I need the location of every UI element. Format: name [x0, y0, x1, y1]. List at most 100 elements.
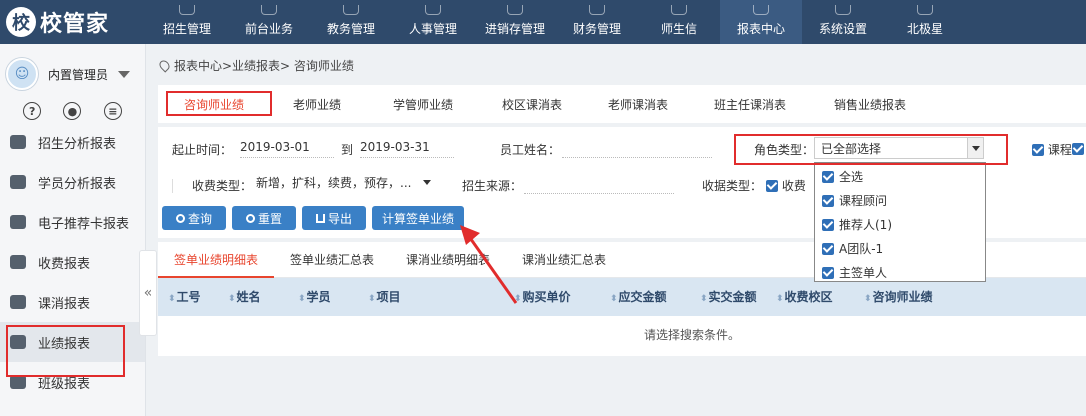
role-option-consultant[interactable]: 课程顾问 — [815, 189, 985, 213]
fee-type-select[interactable]: 新增，扩科，续费，预存，... — [256, 174, 436, 194]
sidebar-item-lesson-report[interactable]: 课消报表 — [0, 282, 145, 322]
tab-teacher-performance[interactable]: 老师业绩 — [270, 96, 364, 113]
sidebar-item-enrollment-report[interactable]: 招生分析报表 — [0, 122, 145, 162]
receipt-fee-checkbox[interactable]: 收费 — [766, 177, 806, 194]
column-header[interactable]: ⬍实交金额 — [700, 278, 757, 316]
user-icons: ? ● ≡ — [6, 102, 139, 120]
sidebar-collapse-button[interactable]: « — [139, 250, 157, 336]
user-box: ☺ 内置管理员 ? ● ≡ — [0, 44, 145, 122]
staff-name-input[interactable] — [562, 138, 712, 158]
checkbox-checked-icon[interactable] — [822, 243, 834, 255]
receipt-type-label: 收据类型： — [702, 179, 763, 193]
nav-icon — [425, 5, 441, 15]
role-option-main-signer[interactable]: 主签单人 — [815, 261, 985, 285]
gear-icon — [835, 5, 851, 15]
source-label: 招生来源： — [462, 179, 523, 193]
sidebar-item-student-report[interactable]: 学员分析报表 — [0, 162, 145, 202]
class-icon — [10, 375, 26, 389]
column-header[interactable]: ⬍项目 — [368, 278, 401, 316]
column-header[interactable]: ⬍姓名 — [228, 278, 261, 316]
checkbox-checked-icon[interactable] — [1032, 144, 1044, 156]
annotation-arrow — [460, 225, 518, 304]
chevron-down-icon — [423, 180, 432, 185]
tab-signing-summary[interactable]: 签单业绩汇总表 — [274, 242, 390, 278]
nav-item-inventory[interactable]: 进销存管理 — [474, 0, 556, 44]
column-header[interactable]: ⬍购买单价 — [514, 278, 571, 316]
checkbox-checked-icon[interactable] — [822, 267, 834, 279]
breadcrumb-text: 报表中心>业绩报表> 咨询师业绩 — [174, 59, 354, 73]
sidebar-item-fee-report[interactable]: 收费报表 — [0, 242, 145, 282]
nav-item-hr[interactable]: 人事管理 — [392, 0, 474, 44]
sort-icon: ⬍ — [368, 294, 376, 304]
column-header[interactable]: ⬍学员 — [298, 278, 331, 316]
nav-icon — [507, 5, 523, 15]
logo[interactable]: 校 校管家 — [0, 0, 146, 44]
message-icon[interactable]: ≡ — [103, 102, 122, 120]
calc-signing-performance-button[interactable]: 计算签单业绩 — [372, 206, 464, 230]
user-menu[interactable]: ☺ 内置管理员 — [6, 58, 139, 90]
tab-consumption-summary[interactable]: 课消业绩汇总表 — [506, 242, 622, 278]
sidebar-item-referral-report[interactable]: 电子推荐卡报表 — [0, 202, 145, 242]
checkbox-checked-icon[interactable] — [822, 195, 834, 207]
role-option-all[interactable]: 全选 — [815, 165, 985, 189]
start-date-input[interactable]: 2019-03-01 — [240, 138, 334, 158]
tab-signing-detail[interactable]: 签单业绩明细表 — [158, 242, 275, 278]
export-icon — [315, 213, 325, 223]
nav-item-academic[interactable]: 教务管理 — [310, 0, 392, 44]
sidebar-item-class-report[interactable]: 班级报表 — [0, 362, 145, 402]
top-nav: 校 校管家 招生管理 前台业务 教务管理 人事管理 进销存管理 财务管理 师生信… — [0, 0, 1086, 44]
nav-item-enrollment[interactable]: 招生管理 — [146, 0, 228, 44]
sidebar-item-performance-report[interactable]: 业绩报表 — [0, 322, 145, 362]
user-name: 内置管理员 — [48, 67, 109, 82]
query-button[interactable]: 查询 — [162, 206, 226, 230]
nav-item-finance[interactable]: 财务管理 — [556, 0, 638, 44]
sort-icon: ⬍ — [228, 294, 236, 304]
role-option-referrer[interactable]: 推荐人(1) — [815, 213, 985, 237]
checkbox-checked-icon[interactable] — [822, 171, 834, 183]
course-checkbox[interactable]: 课程 — [1032, 141, 1072, 158]
help-icon[interactable]: ? — [23, 102, 42, 120]
nav-item-front-desk[interactable]: 前台业务 — [228, 0, 310, 44]
source-input[interactable] — [524, 174, 674, 194]
fee-type-label: 收费类型： — [192, 179, 253, 193]
star-icon — [917, 5, 933, 15]
checkbox-checked-icon[interactable] — [766, 180, 778, 192]
role-type-dropdown: 全选 课程顾问 推荐人(1) A团队-1 主签单人 — [814, 162, 986, 282]
card-icon — [10, 215, 26, 229]
bell-icon[interactable]: ● — [63, 102, 82, 120]
role-option-team-a[interactable]: A团队-1 — [815, 237, 985, 261]
avatar: ☺ — [6, 58, 38, 90]
staff-name-label: 员工姓名： — [500, 143, 561, 157]
book-icon — [10, 295, 26, 309]
reset-button[interactable]: 重置 — [232, 206, 296, 230]
export-button[interactable]: 导出 — [302, 206, 366, 230]
report-tabs: 咨询师业绩 老师业绩 学管师业绩 校区课消表 老师课消表 班主任课消表 销售业绩… — [158, 85, 1086, 123]
nav-item-reports[interactable]: 报表中心 — [720, 0, 802, 44]
percent-icon — [10, 175, 26, 189]
extra-checkbox[interactable] — [1072, 143, 1084, 155]
nav-item-settings[interactable]: 系统设置 — [802, 0, 884, 44]
tab-sales-performance[interactable]: 销售业绩报表 — [806, 96, 934, 113]
refresh-icon — [245, 213, 255, 223]
tab-headteacher-consumption[interactable]: 班主任课消表 — [694, 96, 806, 113]
tab-consultant-performance[interactable]: 咨询师业绩 — [158, 96, 270, 113]
nav-item-polaris[interactable]: 北极星 — [884, 0, 966, 44]
tab-teacher-consumption[interactable]: 老师课消表 — [582, 96, 694, 113]
end-date-input[interactable]: 2019-03-31 — [360, 138, 454, 158]
nav-icon — [179, 5, 195, 15]
sort-icon: ⬍ — [700, 294, 708, 304]
column-header[interactable]: ⬍工号 — [168, 278, 201, 316]
column-header[interactable]: ⬍应交金额 — [610, 278, 667, 316]
dropdown-arrow-icon[interactable] — [967, 138, 983, 158]
date-range-label: 起止时间： — [172, 143, 233, 157]
nav-icon — [589, 5, 605, 15]
nav-item-messages[interactable]: 师生信 — [638, 0, 720, 44]
nav-icon — [671, 5, 687, 15]
tab-campus-consumption[interactable]: 校区课消表 — [482, 96, 582, 113]
role-type-select[interactable]: 已全部选择 — [814, 137, 984, 159]
sort-icon: ⬍ — [776, 294, 784, 304]
checkbox-checked-icon[interactable] — [822, 219, 834, 231]
caret-down-icon[interactable] — [118, 70, 131, 78]
logo-icon: 校 — [6, 7, 36, 37]
tab-advisor-performance[interactable]: 学管师业绩 — [364, 96, 482, 113]
